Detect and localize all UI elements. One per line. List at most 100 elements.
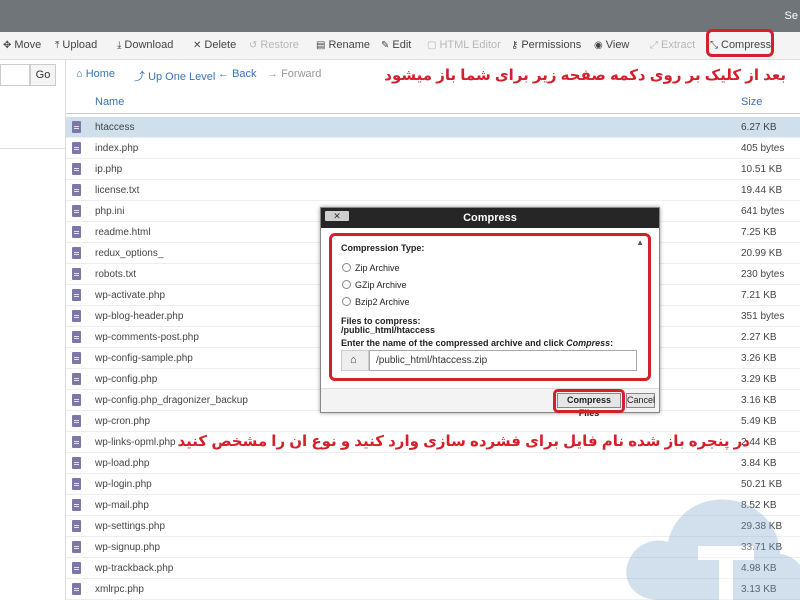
delete-button[interactable]: ✕ Delete xyxy=(193,39,236,51)
radio-zip-label: Zip Archive xyxy=(355,263,400,273)
file-name: wp-trackback.php xyxy=(95,563,174,574)
extract-label: Extract xyxy=(661,39,696,51)
forward-link[interactable]: → Forward xyxy=(267,68,321,80)
view-label: View xyxy=(605,39,630,51)
file-icon xyxy=(72,457,81,469)
file-icon xyxy=(72,415,81,427)
archive-path-input[interactable] xyxy=(369,350,637,371)
html-editor-label: HTML Editor xyxy=(439,39,501,51)
close-icon[interactable]: ✕ xyxy=(325,211,349,221)
file-name: redux_options_ xyxy=(95,248,164,259)
file-size: 405 bytes xyxy=(741,143,785,154)
file-icon xyxy=(72,184,81,196)
restore-button[interactable]: ↺ Restore xyxy=(249,39,299,51)
compress-dialog: Compress ✕ ▲ Compression Type: Zip Archi… xyxy=(320,207,660,418)
file-name: wp-config-sample.php xyxy=(95,353,193,364)
move-label: Move xyxy=(14,39,42,51)
column-size[interactable]: Size xyxy=(741,96,762,108)
radio-bzip2-label: Bzip2 Archive xyxy=(355,297,410,307)
instruction-suffix: : xyxy=(610,338,614,348)
radio-gzip-label: GZip Archive xyxy=(355,280,407,290)
file-icon xyxy=(72,247,81,259)
file-icon xyxy=(72,142,81,154)
rename-icon: ▤ xyxy=(316,40,326,51)
table-row[interactable]: wp-cron.php 5.49 KB xyxy=(66,411,800,432)
top-bar-text: Se xyxy=(784,10,798,22)
table-row[interactable]: index.php 405 bytes xyxy=(66,138,800,159)
file-icon xyxy=(72,310,81,322)
file-name: license.txt xyxy=(95,185,140,196)
extract-button[interactable]: ⤢ Extract xyxy=(650,39,695,51)
forward-label: Forward xyxy=(281,68,322,80)
cancel-button[interactable]: Cancel xyxy=(626,393,655,408)
rename-button[interactable]: ▤ Rename xyxy=(316,39,370,51)
edit-icon: ✎ xyxy=(381,40,390,51)
home-label: Home xyxy=(85,68,116,80)
download-icon: ⤓ xyxy=(117,40,122,51)
eye-icon: ◉ xyxy=(594,40,603,51)
move-icon: ✥ xyxy=(3,40,12,51)
home-path-button[interactable]: ⌂ xyxy=(341,350,369,371)
key-icon: ⚷ xyxy=(511,40,519,51)
file-name: wp-cron.php xyxy=(95,416,151,427)
file-size: 3.84 KB xyxy=(741,458,777,469)
upload-label: Upload xyxy=(62,39,98,51)
file-name: index.php xyxy=(95,143,139,154)
file-name: wp-load.php xyxy=(95,458,150,469)
go-button[interactable]: Go xyxy=(30,64,56,86)
file-size: 10.51 KB xyxy=(741,164,783,175)
move-button[interactable]: ✥ Move xyxy=(3,39,41,51)
file-name: robots.txt xyxy=(95,269,137,280)
back-link[interactable]: ← Back xyxy=(218,68,257,80)
view-button[interactable]: ◉ View xyxy=(594,39,629,51)
restore-icon: ↺ xyxy=(249,40,258,51)
file-name: ip.php xyxy=(95,164,123,175)
path-input-left[interactable] xyxy=(0,64,30,86)
file-size: 3.16 KB xyxy=(741,395,777,406)
home-link[interactable]: ⌂ Home xyxy=(76,68,115,80)
file-name: wp-blog-header.php xyxy=(95,311,184,322)
file-icon xyxy=(72,583,81,595)
permissions-label: Permissions xyxy=(521,39,582,51)
file-icon xyxy=(72,499,81,511)
compress-files-highlight xyxy=(553,389,625,413)
file-size: 5.49 KB xyxy=(741,416,777,427)
file-icon xyxy=(72,478,81,490)
download-button[interactable]: ⤓ Download xyxy=(117,39,173,51)
upload-button[interactable]: ⤒ Upload xyxy=(55,39,97,51)
table-row[interactable]: ip.php 10.51 KB xyxy=(66,159,800,180)
table-row[interactable]: license.txt 19.44 KB xyxy=(66,180,800,201)
arrow-left-icon: ← xyxy=(218,68,233,80)
file-toolbar: ✥ Move ⤒ Upload ⤓ Download ✕ Delete ↺ Restore… xyxy=(0,32,800,60)
compress-highlight xyxy=(706,29,774,57)
file-icon xyxy=(72,121,81,133)
permissions-button[interactable]: ⚷ Permissions xyxy=(511,39,581,51)
html-editor-button[interactable]: ▢ HTML Editor xyxy=(427,39,501,51)
table-row[interactable]: wp-load.php 3.84 KB xyxy=(66,453,800,474)
instruction-note-top: بعد از کلیک بر روی دکمه صفحه زیر برای شم… xyxy=(384,67,786,84)
edit-button[interactable]: ✎ Edit xyxy=(381,39,411,51)
level-up-icon: ⤴ xyxy=(134,71,149,83)
table-header: Name Size xyxy=(66,88,800,114)
file-name: php.ini xyxy=(95,206,125,217)
delete-icon: ✕ xyxy=(193,40,202,51)
up-one-level-link[interactable]: ⤴ Up One Level xyxy=(134,68,215,84)
file-icon xyxy=(72,289,81,301)
radio-gzip[interactable] xyxy=(342,280,351,289)
file-icon xyxy=(72,541,81,553)
table-row[interactable]: htaccess 6.27 KB xyxy=(66,117,800,138)
file-icon xyxy=(72,268,81,280)
file-name: readme.html xyxy=(95,227,151,238)
file-size: 19.44 KB xyxy=(741,185,783,196)
left-pane: Go xyxy=(0,60,66,600)
file-icon xyxy=(72,331,81,343)
file-name: wp-activate.php xyxy=(95,290,166,301)
delete-label: Delete xyxy=(204,39,237,51)
radio-bzip2[interactable] xyxy=(342,297,351,306)
column-name[interactable]: Name xyxy=(95,96,124,108)
file-size: 2.27 KB xyxy=(741,332,777,343)
radio-zip[interactable] xyxy=(342,263,351,272)
scroll-up-icon[interactable]: ▲ xyxy=(636,238,644,247)
rename-label: Rename xyxy=(328,39,371,51)
dialog-title: Compress xyxy=(321,208,659,228)
